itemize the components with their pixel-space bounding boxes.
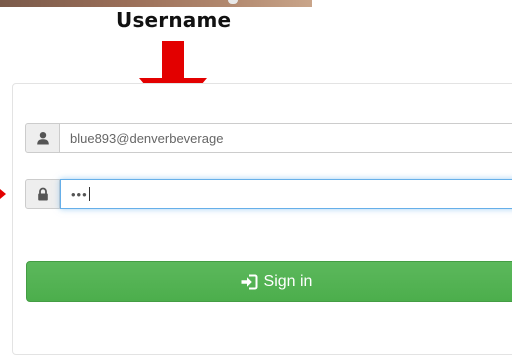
sign-in-button[interactable]: Sign in [26,261,512,302]
username-field[interactable]: blue893@denverbeverage [60,123,512,153]
lock-icon [25,179,60,209]
text-caret [88,187,90,201]
user-icon [25,123,60,153]
password-mask: ••• [71,186,88,202]
sign-in-label: Sign in [263,272,313,290]
username-input-group: blue893@denverbeverage [25,123,512,153]
password-field[interactable]: ••• [60,179,512,209]
password-input-group: ••• [25,179,512,209]
sign-in-icon [240,274,258,290]
